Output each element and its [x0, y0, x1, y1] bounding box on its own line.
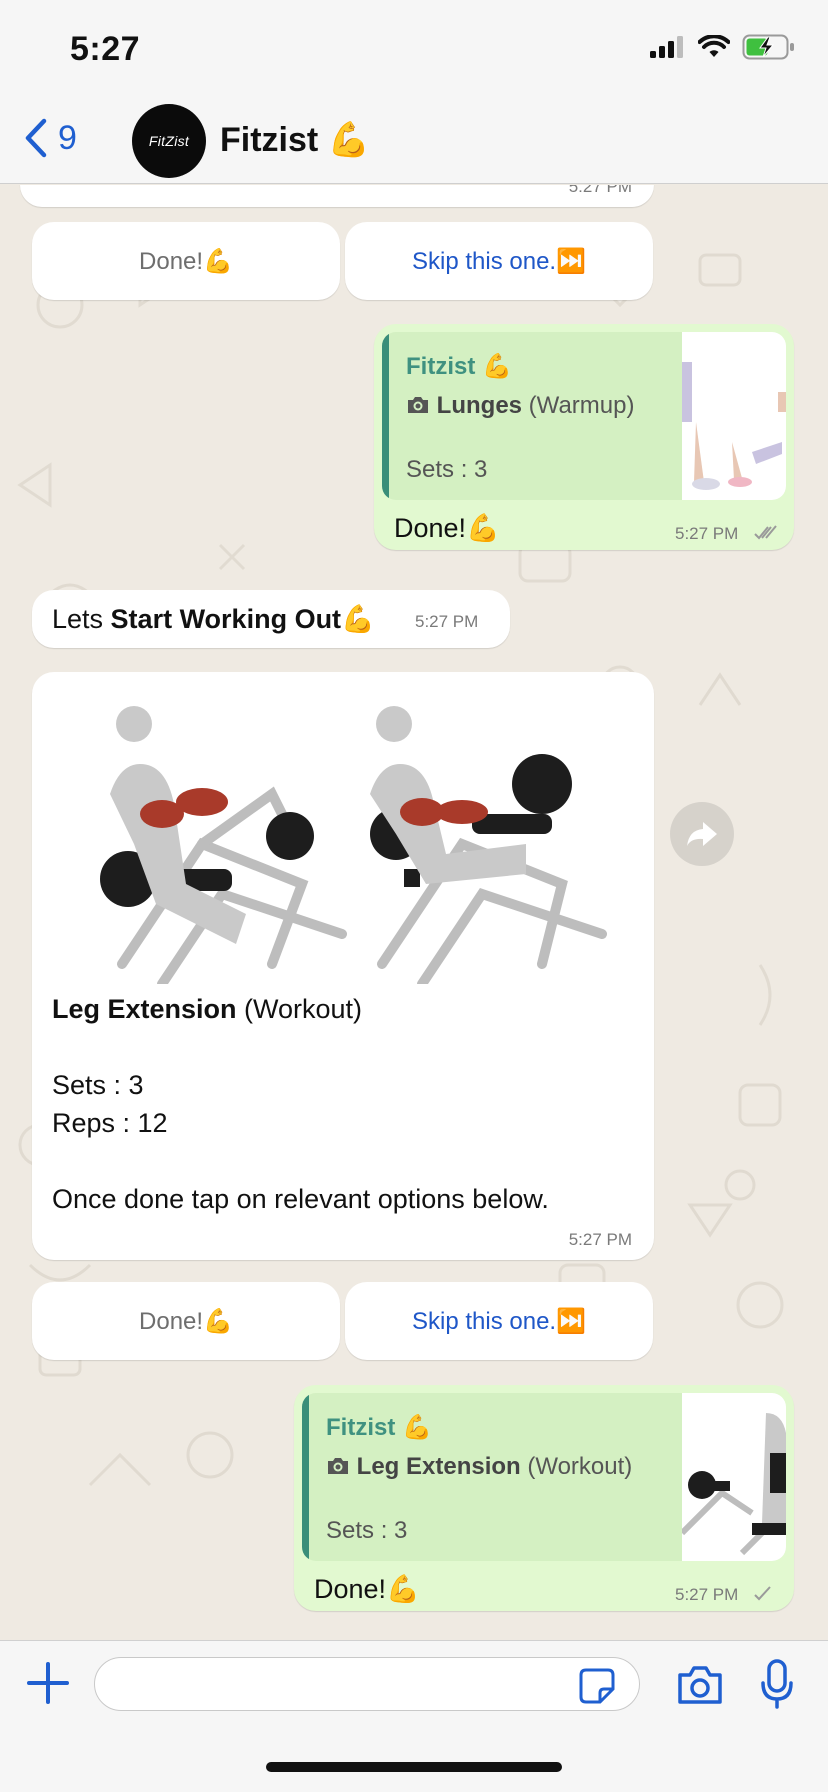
- back-button[interactable]: 9: [24, 118, 77, 158]
- message-text: Done!💪: [314, 1574, 420, 1604]
- message-text: Lets Start Working Out💪: [52, 603, 375, 635]
- status-bar: 5:27: [0, 0, 828, 100]
- message-text-suffix: 💪: [341, 604, 375, 634]
- message-input[interactable]: [94, 1657, 640, 1711]
- message-bubble-incoming-partial: 5:27 PM: [20, 185, 654, 207]
- quote-thumbnail-image: [682, 332, 786, 500]
- unread-count: 9: [58, 118, 77, 157]
- sticker-icon[interactable]: [578, 1667, 616, 1705]
- quote-tag: (Workout): [520, 1453, 633, 1480]
- microphone-icon[interactable]: [760, 1659, 794, 1709]
- message-bubble-incoming[interactable]: Lets Start Working Out💪 5:27 PM: [32, 590, 510, 648]
- message-text-prefix: Lets: [52, 604, 111, 634]
- quick-reply-skip-button[interactable]: Skip this one.⏭️: [345, 1282, 653, 1360]
- quote-accent-bar: [382, 332, 389, 500]
- wifi-icon: [698, 35, 730, 57]
- quote-accent-bar: [302, 1393, 309, 1561]
- chat-area[interactable]: 5:27 PM Done!💪 Skip this one.⏭️ Fitzist …: [0, 185, 828, 1640]
- quote-thumbnail-image: [682, 1393, 786, 1561]
- quick-reply-label: Skip this one.⏭️: [412, 1307, 586, 1335]
- message-bubble-outgoing[interactable]: Fitzist 💪 Lunges (Warmup) Sets : 3 Done!…: [374, 324, 794, 550]
- signal-icon: [650, 36, 683, 58]
- message-time: 5:27 PM: [675, 524, 739, 543]
- status-icons: [650, 34, 796, 60]
- exercise-sets: Sets : 3: [52, 1070, 144, 1100]
- message-text-bold: Start Working Out: [110, 604, 342, 634]
- quote-sender: Fitzist 💪: [406, 353, 512, 380]
- avatar[interactable]: FitZist: [132, 104, 206, 178]
- message-bubble-outgoing[interactable]: Fitzist 💪 Leg Extension (Workout) Sets :…: [294, 1385, 794, 1611]
- quoted-message[interactable]: Fitzist 💪 Leg Extension (Workout) Sets :…: [302, 1393, 786, 1561]
- double-check-icon: [754, 525, 777, 540]
- forward-icon: [687, 822, 717, 846]
- exercise-title-line: Leg Extension (Workout): [52, 994, 362, 1025]
- avatar-logo-text: FitZist: [148, 133, 190, 149]
- camera-icon: [408, 397, 428, 413]
- quote-title-line: Leg Extension (Workout): [326, 1453, 632, 1481]
- message-time: 5:27 PM: [568, 1230, 632, 1249]
- home-indicator: [266, 1762, 562, 1772]
- message-time: 5:27 PM: [415, 612, 479, 631]
- quick-reply-done-button[interactable]: Done!💪: [32, 222, 340, 300]
- single-check-icon: [754, 1586, 771, 1601]
- quote-sets: Sets : 3: [406, 456, 488, 483]
- quick-reply-label: Skip this one.⏭️: [412, 247, 586, 275]
- exercise-tag: (Workout): [236, 994, 363, 1024]
- quote-sets: Sets : 3: [326, 1517, 408, 1544]
- quick-reply-done-button[interactable]: Done!💪: [32, 1282, 340, 1360]
- quote-title: Leg Extension: [356, 1453, 521, 1480]
- quote-title: Lunges: [436, 392, 523, 419]
- exercise-title: Leg Extension: [52, 994, 237, 1024]
- forward-button[interactable]: [670, 802, 734, 866]
- quick-reply-skip-button[interactable]: Skip this one.⏭️: [345, 222, 653, 300]
- chat-title[interactable]: Fitzist 💪: [220, 120, 370, 160]
- battery-charging-icon: [742, 34, 794, 60]
- chevron-left-icon: [25, 118, 47, 158]
- camera-icon: [328, 1458, 348, 1474]
- quote-sender: Fitzist 💪: [326, 1414, 432, 1441]
- quote-title-line: Lunges (Warmup): [406, 392, 634, 420]
- message-time: 5:27 PM: [675, 1585, 739, 1604]
- exercise-image[interactable]: [52, 684, 612, 984]
- quoted-message[interactable]: Fitzist 💪 Lunges (Warmup) Sets : 3: [382, 332, 786, 500]
- status-time: 5:27: [70, 30, 141, 68]
- chat-header: 9 FitZist Fitzist 💪: [0, 100, 828, 184]
- exercise-reps: Reps : 12: [52, 1108, 168, 1138]
- message-bubble-exercise[interactable]: Leg Extension (Workout) Sets : 3 Reps : …: [32, 672, 654, 1260]
- exercise-instruction: Once done tap on relevant options below.: [52, 1184, 549, 1214]
- quick-reply-label: Done!💪: [139, 1307, 233, 1335]
- message-text: Done!💪: [394, 513, 500, 543]
- quick-reply-label: Done!💪: [139, 247, 233, 275]
- quote-tag: (Warmup): [522, 392, 635, 419]
- plus-icon[interactable]: [26, 1661, 70, 1705]
- message-time: 5:27 PM: [568, 185, 632, 196]
- camera-icon[interactable]: [676, 1663, 724, 1707]
